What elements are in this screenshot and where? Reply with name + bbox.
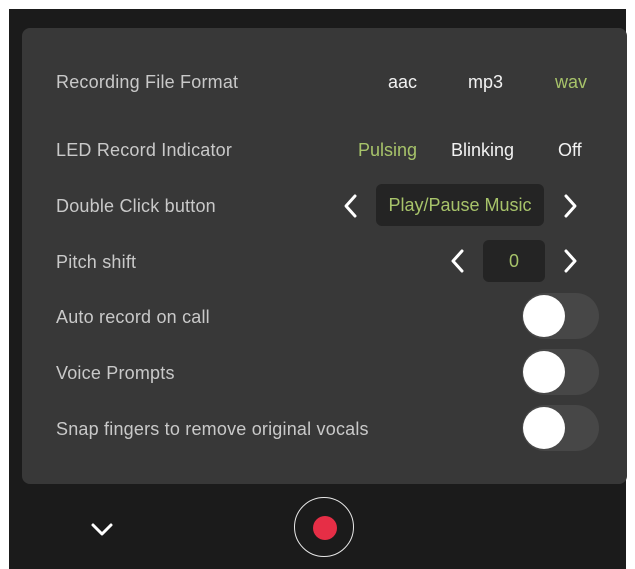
- double-click-next-button[interactable]: [558, 191, 582, 221]
- double-click-value: Play/Pause Music: [376, 184, 544, 226]
- voice-prompts-label: Voice Prompts: [56, 363, 175, 383]
- double-click-prev-button[interactable]: [339, 191, 363, 221]
- chevron-left-icon: [451, 249, 464, 273]
- format-option-wav[interactable]: wav: [555, 72, 587, 93]
- snap-fingers-label: Snap fingers to remove original vocals: [56, 419, 369, 439]
- record-button[interactable]: [294, 497, 354, 557]
- format-option-mp3[interactable]: mp3: [468, 72, 503, 93]
- led-option-pulsing[interactable]: Pulsing: [358, 140, 417, 161]
- double-click-label: Double Click button: [56, 196, 216, 216]
- chevron-right-icon: [564, 249, 577, 273]
- recording-format-label: Recording File Format: [56, 72, 239, 92]
- toggle-knob: [523, 295, 565, 337]
- pitch-shift-label: Pitch shift: [56, 252, 137, 272]
- chevron-right-icon: [564, 194, 577, 218]
- led-option-off[interactable]: Off: [558, 140, 582, 161]
- pitch-shift-next-button[interactable]: [558, 246, 582, 276]
- collapse-button[interactable]: [90, 520, 114, 540]
- voice-prompts-toggle[interactable]: [522, 349, 599, 395]
- auto-record-toggle[interactable]: [522, 293, 599, 339]
- led-indicator-label: LED Record Indicator: [56, 140, 233, 160]
- toggle-knob: [523, 407, 565, 449]
- chevron-left-icon: [344, 194, 357, 218]
- auto-record-label: Auto record on call: [56, 307, 210, 327]
- settings-panel: Recording File Format aac mp3 wav LED Re…: [22, 28, 627, 484]
- chevron-down-icon: [91, 523, 113, 536]
- pitch-shift-value: 0: [483, 240, 545, 282]
- led-option-blinking[interactable]: Blinking: [451, 140, 514, 161]
- snap-fingers-toggle[interactable]: [522, 405, 599, 451]
- format-option-aac[interactable]: aac: [388, 72, 417, 93]
- toggle-knob: [523, 351, 565, 393]
- record-icon: [313, 516, 337, 540]
- pitch-shift-prev-button[interactable]: [446, 246, 470, 276]
